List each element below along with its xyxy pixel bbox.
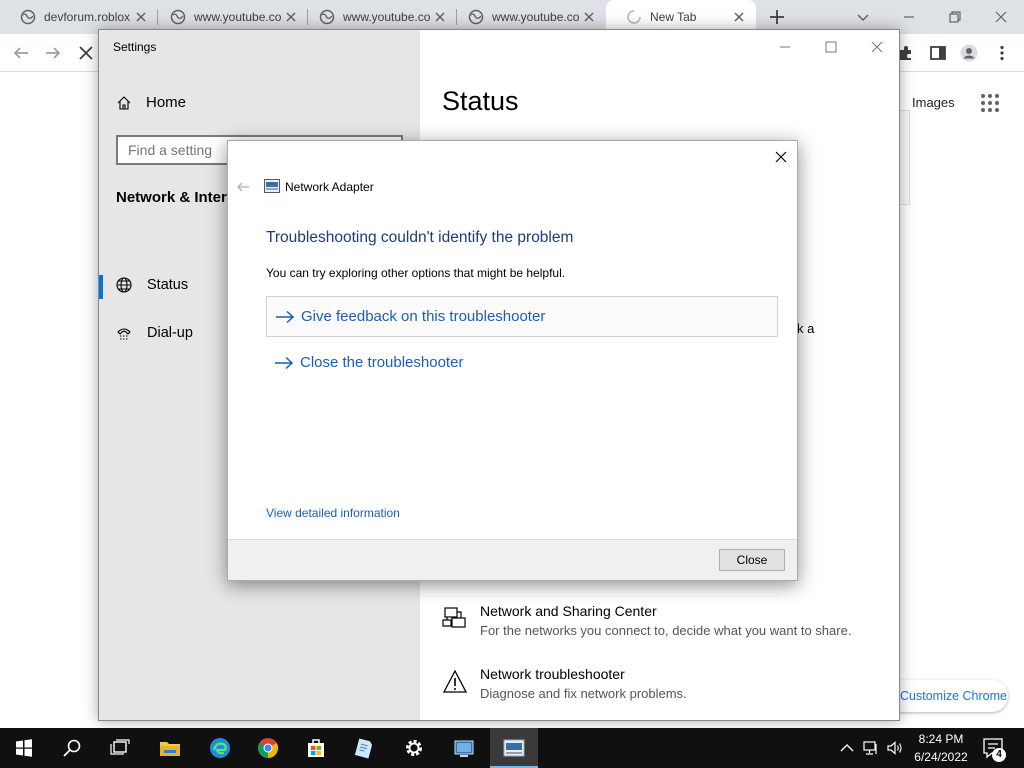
taskbar-settings[interactable] xyxy=(390,728,438,768)
home-nav-item[interactable]: Home xyxy=(116,94,186,111)
link-description: For the networks you connect to, decide … xyxy=(480,623,852,638)
clock-time: 8:24 PM xyxy=(918,732,964,746)
task-view-icon xyxy=(110,739,130,755)
option-label: Give feedback on this troubleshooter xyxy=(301,308,546,325)
network-adapter-icon xyxy=(264,179,280,193)
restore-icon[interactable] xyxy=(944,6,966,28)
chevron-up-icon[interactable] xyxy=(838,739,856,757)
sidebar-item-label: Status xyxy=(147,277,189,293)
network-status-icon[interactable] xyxy=(862,739,880,757)
close-icon[interactable] xyxy=(773,149,789,165)
windows-taskbar: 8:24 PM 6/24/2022 4 xyxy=(0,728,1024,768)
forward-arrow-icon[interactable] xyxy=(44,44,62,62)
home-icon xyxy=(117,95,131,110)
dialog-app-title: Network Adapter xyxy=(285,180,374,194)
home-label: Home xyxy=(146,94,187,111)
system-clock[interactable]: 8:24 PM 6/24/2022 xyxy=(910,730,972,766)
minimize-icon[interactable] xyxy=(778,40,792,54)
windows-logo-icon xyxy=(16,739,32,757)
back-arrow-icon[interactable] xyxy=(12,44,30,62)
store-icon xyxy=(308,739,324,757)
close-icon[interactable] xyxy=(284,10,298,24)
google-apps-grid-icon[interactable] xyxy=(980,93,1000,113)
close-icon[interactable] xyxy=(732,10,746,24)
link-title: Network and Sharing Center xyxy=(480,603,657,619)
arrow-right-icon xyxy=(275,356,294,369)
warning-triangle-icon xyxy=(442,669,468,693)
start-button[interactable] xyxy=(0,728,48,768)
globe-icon xyxy=(468,9,484,25)
arrow-right-icon xyxy=(276,310,295,323)
taskbar-chrome[interactable] xyxy=(244,728,292,768)
images-link[interactable]: Images xyxy=(912,95,955,110)
close-troubleshooter-option[interactable]: Close the troubleshooter xyxy=(266,342,778,383)
page-title: Status xyxy=(442,86,519,116)
chrome-menu-icon[interactable] xyxy=(993,44,1011,62)
view-detailed-information-link[interactable]: View detailed information xyxy=(266,506,400,520)
close-icon[interactable] xyxy=(433,10,447,24)
network-sharing-center-link[interactable]: Network and Sharing Center For the netwo… xyxy=(442,603,851,638)
window-title: Settings xyxy=(113,40,157,54)
taskbar-store[interactable] xyxy=(292,728,340,768)
volume-icon[interactable] xyxy=(886,739,904,757)
window-close-icon[interactable] xyxy=(990,6,1012,28)
task-view-button[interactable] xyxy=(96,728,144,768)
close-button[interactable]: Close xyxy=(719,549,785,571)
dial-up-icon xyxy=(117,328,131,340)
option-label: Close the troubleshooter xyxy=(300,354,464,371)
search-icon xyxy=(63,739,81,757)
tab-title: www.youtube.com xyxy=(194,10,282,24)
dialog-subtext: You can try exploring other options that… xyxy=(266,266,566,280)
profile-avatar-icon[interactable] xyxy=(960,44,978,62)
globe-network-icon xyxy=(116,277,132,293)
back-arrow-icon[interactable] xyxy=(236,180,250,194)
globe-icon xyxy=(319,9,335,25)
dialog-heading: Troubleshooting couldn't identify the pr… xyxy=(266,229,574,246)
troubleshooter-dialog: Network Adapter Troubleshooting couldn't… xyxy=(227,140,798,581)
loading-spinner-icon xyxy=(627,10,641,24)
notepad-icon xyxy=(354,738,373,759)
taskbar-edge[interactable] xyxy=(196,728,244,768)
side-panel-icon[interactable] xyxy=(929,44,947,62)
give-feedback-option[interactable]: Give feedback on this troubleshooter xyxy=(266,296,778,337)
clock-date: 6/24/2022 xyxy=(914,750,968,764)
file-explorer-icon xyxy=(160,742,180,756)
globe-icon xyxy=(20,9,36,25)
taskbar-file-explorer[interactable] xyxy=(146,728,194,768)
close-icon[interactable] xyxy=(582,10,596,24)
new-tab-plus-icon[interactable] xyxy=(768,8,786,26)
link-title: Network troubleshooter xyxy=(480,666,625,682)
link-description: Diagnose and fix network problems. xyxy=(480,686,687,701)
search-button[interactable] xyxy=(48,728,96,768)
globe-icon xyxy=(170,9,186,25)
notification-count-badge: 4 xyxy=(992,748,1006,762)
settings-gear-icon xyxy=(406,740,422,756)
tab-title: www.youtube.com xyxy=(343,10,431,24)
network-adapter-icon xyxy=(503,739,525,757)
network-troubleshooter-link[interactable]: Network troubleshooter Diagnose and fix … xyxy=(442,666,687,701)
close-icon[interactable] xyxy=(134,10,148,24)
dialog-footer: Close xyxy=(228,539,797,580)
selection-indicator xyxy=(99,275,103,299)
partial-text: k a xyxy=(797,321,815,336)
tab-title: www.youtube.com xyxy=(492,10,580,24)
taskbar-control-panel[interactable] xyxy=(440,728,488,768)
stop-loading-icon[interactable] xyxy=(77,44,95,62)
edge-icon xyxy=(210,738,230,758)
maximize-icon[interactable] xyxy=(824,40,838,54)
chrome-icon xyxy=(257,738,279,759)
control-panel-icon xyxy=(454,740,474,757)
minimize-icon[interactable] xyxy=(898,6,920,28)
sidebar-item-label: Dial-up xyxy=(147,325,193,341)
tab-title: devforum.roblox xyxy=(44,10,131,24)
tab-search-chevron-icon[interactable] xyxy=(852,6,874,28)
network-sharing-icon xyxy=(442,607,466,628)
tab-title: New Tab xyxy=(650,10,697,24)
taskbar-network-adapter[interactable] xyxy=(490,728,538,768)
window-close-icon[interactable] xyxy=(870,40,884,54)
taskbar-notepad[interactable] xyxy=(340,728,388,768)
